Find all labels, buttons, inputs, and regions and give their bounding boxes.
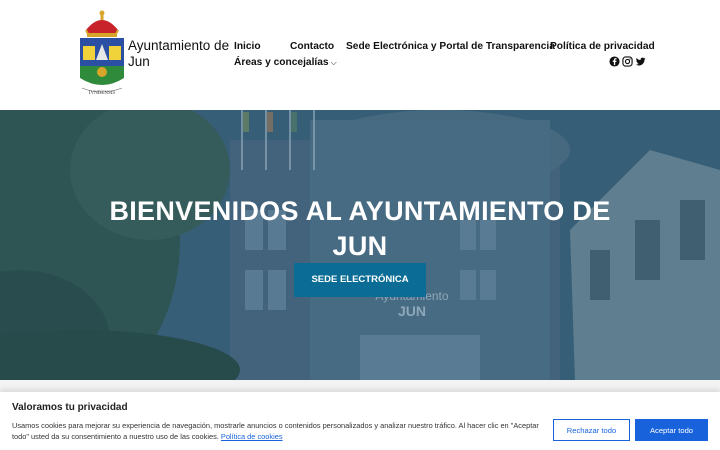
instagram-icon[interactable] — [622, 56, 633, 67]
accept-all-button[interactable]: Aceptar todo — [635, 419, 708, 441]
logo-motto: IVNDENSIS — [89, 91, 116, 96]
nav-sede-electronica[interactable]: Sede Electrónica y Portal de Transparenc… — [346, 41, 555, 52]
twitter-icon[interactable] — [635, 56, 646, 67]
coat-of-arms-logo[interactable]: IVNDENSIS — [76, 8, 128, 96]
nav-areas-concejalias[interactable]: Áreas y concejalías ⌵ — [234, 57, 337, 68]
chevron-down-icon: ⌵ — [330, 58, 337, 67]
nav-contacto[interactable]: Contacto — [290, 41, 334, 52]
nav-inicio[interactable]: Inicio — [234, 41, 261, 52]
nav-areas-label: Áreas y concejalías — [234, 57, 329, 68]
cookie-banner-title: Valoramos tu privacidad — [12, 402, 128, 413]
hero-title: BIENVENIDOS AL AYUNTAMIENTO DE JUN — [109, 196, 611, 261]
site-title[interactable]: Ayuntamiento de Jun — [128, 38, 232, 70]
site-header: IVNDENSIS Ayuntamiento de Jun Inicio Con… — [0, 0, 720, 110]
hero-banner: Ayuntamiento JUN BIENVENIDOS AL AYUNTAMI… — [0, 110, 720, 380]
nav-politica-privacidad[interactable]: Política de privacidad — [550, 41, 655, 52]
sede-electronica-button[interactable]: SEDE ELECTRÓNICA — [294, 263, 426, 297]
cookie-banner-text: Usamos cookies para mejorar su experienc… — [12, 420, 547, 442]
reject-all-button[interactable]: Rechazar todo — [553, 419, 630, 441]
facebook-icon[interactable] — [609, 56, 620, 67]
cookie-policy-link[interactable]: Política de cookies — [221, 432, 283, 441]
cookie-consent-banner: Valoramos tu privacidad Usamos cookies p… — [0, 392, 720, 450]
social-links — [609, 56, 646, 67]
